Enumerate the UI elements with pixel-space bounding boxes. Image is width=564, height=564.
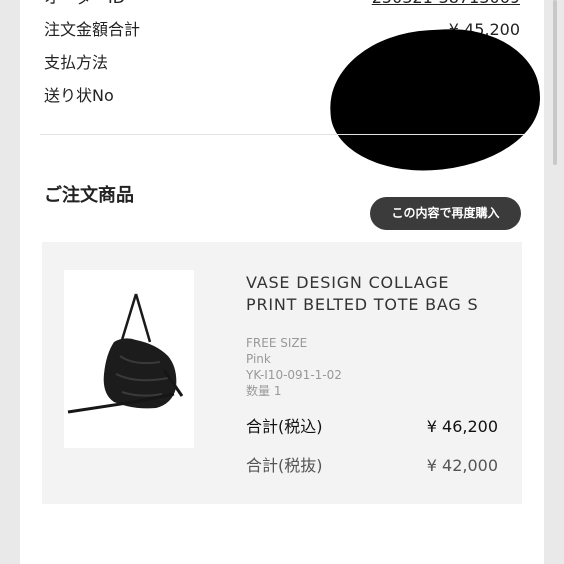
subtotal-incl-tax-label: 合計(税込) [246,417,323,436]
product-quantity: 数量 1 [246,384,282,398]
order-id-link[interactable]: 250321-38713069 [372,0,520,12]
scrollbar[interactable] [553,0,557,165]
order-total-label: 注文金額合計 [44,20,141,39]
order-id-row: オーダーID 250321-38713069 [44,0,520,12]
subtotal-incl-tax-value: ¥ 46,200 [426,417,498,436]
subtotal-excl-tax-label: 合計(税抜) [246,456,323,475]
section-divider [40,134,524,135]
products-section-title: ご注文商品 [44,185,134,206]
subtotal-excl-tax-value: ¥ 42,000 [426,456,498,475]
tote-bag-image [67,293,184,414]
order-id-label: オーダーID [44,0,125,12]
reorder-button[interactable]: この内容で再度購入 [370,197,521,230]
product-color: Pink [246,352,271,366]
product-name-line1[interactable]: VASE DESIGN COLLAGE [246,272,526,294]
subtotal-excl-tax-row: 合計(税抜) ¥ 42,000 [246,454,498,478]
product-sku: YK-I10-091-1-02 [246,368,342,382]
subtotal-incl-tax-row: 合計(税込) ¥ 46,200 [246,415,498,439]
product-name-line2[interactable]: PRINT BELTED TOTE BAG S [246,294,526,316]
product-image[interactable] [64,270,194,448]
product-size: FREE SIZE [246,336,308,350]
tracking-label: 送り状No [44,86,114,105]
payment-label: 支払方法 [44,53,109,72]
